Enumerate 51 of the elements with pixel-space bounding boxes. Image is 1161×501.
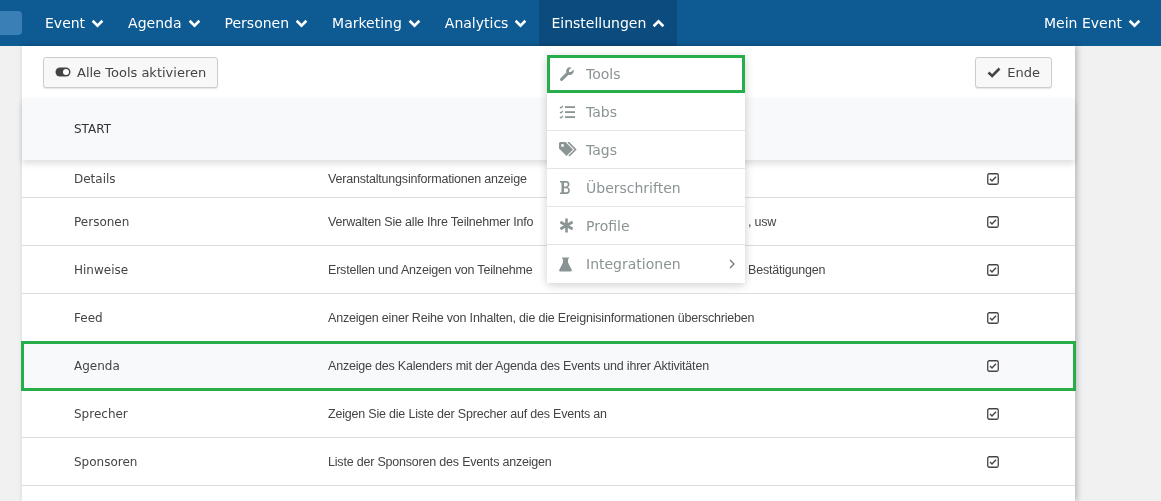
chevron-icon — [91, 18, 105, 28]
flask-icon — [559, 256, 572, 272]
tool-name: Feed — [73, 310, 104, 325]
tool-name: Sprecher — [73, 406, 129, 421]
asterisk-icon — [559, 218, 574, 233]
activate-all-button[interactable]: Alle Tools aktivieren — [43, 56, 219, 88]
account-menu[interactable]: Mein Event — [1032, 0, 1153, 46]
check-icon — [987, 66, 1002, 78]
checklist-icon — [559, 104, 575, 119]
nav-menu-item[interactable]: Marketing — [320, 0, 433, 46]
tool-name: Hinweise — [73, 262, 130, 277]
table-row[interactable]: Agenda Anzeige des Kalenders mit der Agenda des Events und ihrer Aktivitäten — [22, 342, 1075, 390]
nav-menu-item[interactable]: Analytics — [432, 0, 540, 46]
toggle-icon — [55, 67, 71, 77]
table-row[interactable]: Sprecher Zeigen Sie die Liste der Sprecher auf des Events an — [22, 390, 1075, 438]
bold-icon — [559, 180, 572, 195]
tool-description: , usw — [748, 214, 777, 229]
chevron-icon — [187, 18, 201, 28]
chevron-icon — [514, 18, 528, 28]
tool-name: Agenda — [73, 358, 121, 373]
checkbox[interactable] — [987, 263, 999, 276]
checkbox[interactable] — [987, 172, 999, 185]
nav-menu-item[interactable]: Agenda — [116, 0, 213, 46]
tool-description: Anzeigen einer Reihe von Inhalten, die die Ereignisinformationen überschrieben — [328, 310, 755, 325]
checkbox[interactable] — [987, 455, 999, 468]
tool-name: Sponsoren — [73, 454, 139, 469]
tool-name: Details — [73, 171, 117, 186]
nav-menu-item[interactable]: Event — [33, 0, 117, 46]
tool-description: Bestätigungen — [748, 262, 826, 277]
tool-description: Liste der Sponsoren des Events anzeigen — [328, 454, 552, 469]
nav-menu-item[interactable]: Personen — [212, 0, 321, 46]
tool-description: Zeigen Sie die Liste der Sprecher auf des Events an — [328, 406, 607, 421]
tool-description: Anzeige des Kalenders mit der Agenda des Events und ihrer Aktivitäten — [328, 358, 709, 373]
chevron-icon — [652, 18, 666, 28]
tool-description: Verwalten Sie alle Ihre Teilnehmer Info — [328, 214, 534, 229]
chevron-icon — [295, 18, 309, 28]
table-row[interactable]: Sponsoren Liste der Sponsoren des Events anzeigen — [22, 438, 1075, 486]
done-button[interactable]: Ende — [975, 56, 1052, 88]
wrench-icon — [559, 65, 575, 82]
tool-description: Veranstaltungsinformationen anzeige — [328, 171, 527, 186]
checkbox[interactable] — [987, 359, 999, 372]
tags-icon — [559, 142, 579, 157]
tool-description: Erstellen und Anzeigen von Teilnehme — [328, 262, 533, 277]
column-header: START — [74, 122, 112, 136]
checkbox[interactable] — [987, 215, 999, 228]
tool-name: Personen — [73, 214, 131, 229]
nav-menu-item[interactable]: Einstellungen — [539, 0, 678, 46]
chevron-icon — [407, 18, 421, 28]
checkbox[interactable] — [987, 311, 999, 324]
chevron-icon — [1128, 18, 1141, 28]
checkbox[interactable] — [987, 407, 999, 420]
